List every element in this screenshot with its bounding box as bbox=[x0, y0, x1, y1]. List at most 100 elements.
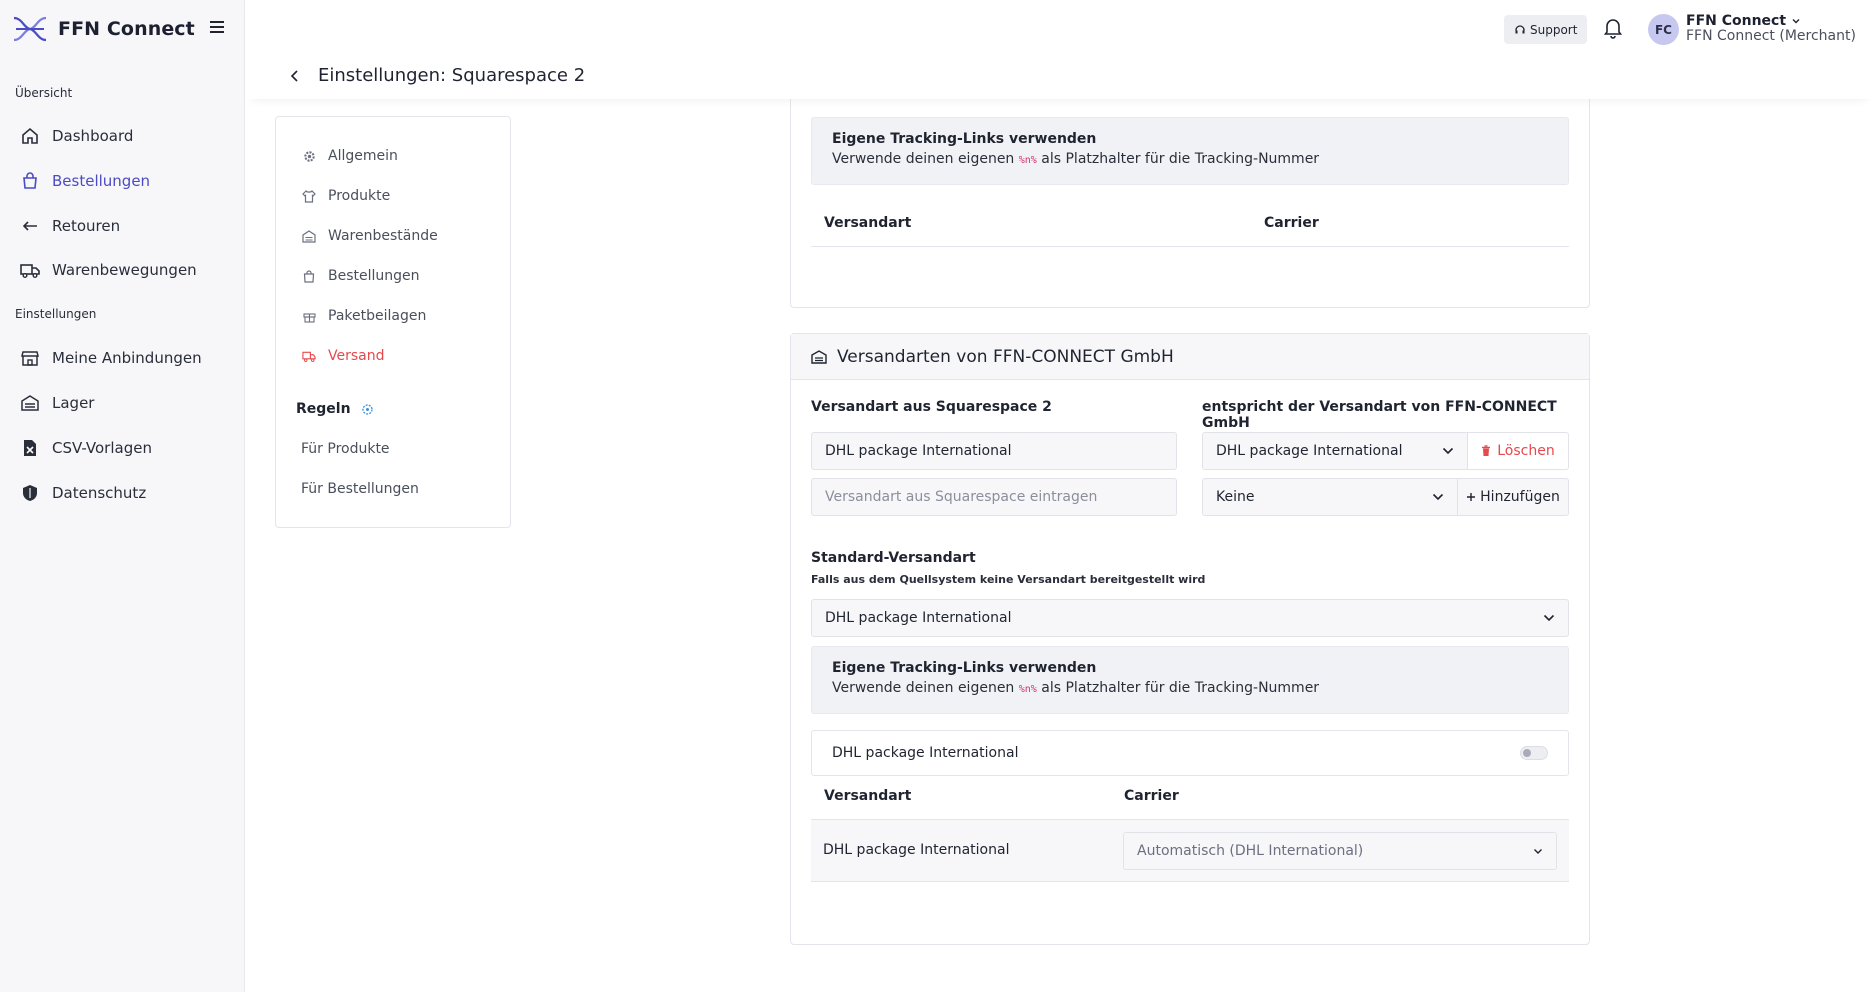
rules-icon bbox=[361, 403, 374, 416]
target-method-select[interactable]: DHL package International bbox=[1202, 432, 1468, 470]
truck-icon bbox=[20, 260, 40, 280]
gear-icon bbox=[302, 149, 316, 163]
chevron-down-icon bbox=[1442, 447, 1454, 455]
tracking-info-box: Eigene Tracking-Links verwenden Verwende… bbox=[811, 646, 1569, 714]
store-icon bbox=[20, 348, 40, 368]
chevron-down-icon bbox=[1543, 614, 1555, 622]
tracking-description: Verwende deinen eigenen %n% als Platzhal… bbox=[832, 680, 1548, 696]
sidebar-item-csv-vorlagen[interactable]: CSV-Vorlagen bbox=[20, 438, 152, 458]
csv-file-icon bbox=[20, 438, 40, 458]
bell-icon[interactable] bbox=[1603, 17, 1623, 39]
col-header-versandart: Versandart bbox=[824, 788, 912, 804]
settings-item-versand[interactable]: Versand bbox=[302, 348, 385, 364]
support-button[interactable]: Support bbox=[1504, 15, 1588, 44]
tracking-placeholder-code: %n% bbox=[1018, 155, 1037, 166]
default-method-select[interactable]: DHL package International bbox=[811, 599, 1569, 637]
settings-item-allgemein[interactable]: Allgemein bbox=[302, 148, 398, 164]
settings-item-warenbestaende[interactable]: Warenbestände bbox=[302, 228, 438, 244]
sidebar-item-warenbewegungen[interactable]: Warenbewegungen bbox=[20, 260, 197, 280]
select-value: Automatisch (DHL International) bbox=[1137, 843, 1364, 859]
settings-item-label: Warenbestände bbox=[328, 228, 438, 244]
sidebar-item-retouren[interactable]: Retouren bbox=[20, 216, 120, 236]
user-name: FFN Connect bbox=[1686, 13, 1787, 29]
truck-icon bbox=[302, 349, 316, 363]
label-target-method: entspricht der Versandart von FFN-CONNEC… bbox=[1202, 399, 1557, 431]
tracking-placeholder-code: %n% bbox=[1018, 684, 1037, 695]
delete-button[interactable]: Löschen bbox=[1468, 432, 1569, 470]
tracking-desc-after: als Platzhalter für die Tracking-Nummer bbox=[1041, 151, 1320, 167]
sidebar-item-datenschutz[interactable]: Datenschutz bbox=[20, 483, 146, 503]
sidebar-item-meine-anbindungen[interactable]: Meine Anbindungen bbox=[20, 348, 202, 368]
warehouse-icon bbox=[811, 349, 827, 364]
new-target-method-select[interactable]: Keine bbox=[1202, 478, 1458, 516]
toggle-label: DHL package International bbox=[832, 745, 1019, 761]
card-header: Versandarten von FFN-CONNECT GmbH bbox=[791, 334, 1589, 380]
card-title: Versandarten von FFN-CONNECT GmbH bbox=[837, 346, 1174, 367]
add-button[interactable]: Hinzufügen bbox=[1458, 478, 1569, 516]
gift-icon bbox=[302, 309, 316, 323]
tracking-title: Eigene Tracking-Links verwenden bbox=[832, 660, 1097, 676]
sidebar-item-label: Dashboard bbox=[52, 127, 134, 145]
brand-name: FFN Connect bbox=[58, 18, 195, 40]
settings-item-bestellungen[interactable]: Bestellungen bbox=[302, 268, 420, 284]
section-settings: Einstellungen bbox=[15, 307, 97, 321]
default-method-label: Standard-Versandart bbox=[811, 550, 976, 566]
shield-icon bbox=[20, 483, 40, 503]
rules-item-produkte[interactable]: Für Produkte bbox=[301, 441, 390, 457]
source-method-input[interactable]: DHL package International bbox=[811, 432, 1177, 470]
tracking-info-box: Eigene Tracking-Links verwenden Verwende… bbox=[811, 117, 1569, 185]
return-arrow-icon bbox=[20, 216, 40, 236]
sidebar-item-label: CSV-Vorlagen bbox=[52, 439, 152, 457]
shirt-icon bbox=[302, 189, 316, 203]
settings-nav: Allgemein Produkte Warenbestände Bestell… bbox=[275, 116, 511, 528]
rules-heading: Regeln bbox=[296, 401, 374, 417]
warehouse-icon bbox=[20, 393, 40, 413]
settings-item-label: Paketbeilagen bbox=[328, 308, 427, 324]
col-header-carrier: Carrier bbox=[1124, 788, 1179, 804]
menu-toggle-icon[interactable] bbox=[209, 20, 225, 34]
sidebar-item-bestellungen[interactable]: Bestellungen bbox=[20, 171, 150, 191]
home-icon bbox=[20, 126, 40, 146]
chevron-down-icon bbox=[1791, 17, 1801, 25]
carrier-select[interactable]: Automatisch (DHL International) bbox=[1123, 832, 1557, 870]
new-source-method-input[interactable]: Versandart aus Squarespace eintragen bbox=[811, 478, 1177, 516]
select-value: DHL package International bbox=[1216, 443, 1403, 459]
row-method: DHL package International bbox=[823, 842, 1010, 858]
tracking-toggle[interactable] bbox=[1520, 746, 1548, 760]
support-label: Support bbox=[1530, 22, 1578, 37]
settings-item-produkte[interactable]: Produkte bbox=[302, 188, 390, 204]
avatar[interactable]: FC bbox=[1648, 14, 1679, 45]
sidebar-item-label: Warenbewegungen bbox=[52, 261, 197, 279]
page-title: Einstellungen: Squarespace 2 bbox=[318, 65, 586, 86]
tracking-card-top: Eigene Tracking-Links verwenden Verwende… bbox=[790, 88, 1590, 308]
settings-item-paketbeilagen[interactable]: Paketbeilagen bbox=[302, 308, 426, 324]
settings-item-label: Produkte bbox=[328, 188, 391, 204]
select-value: DHL package International bbox=[825, 610, 1012, 626]
tracking-description: Verwende deinen eigenen %n% als Platzhal… bbox=[832, 151, 1548, 167]
col-header-versandart: Versandart bbox=[824, 215, 912, 231]
delete-label: Löschen bbox=[1497, 443, 1555, 459]
chevron-down-icon bbox=[1533, 848, 1543, 855]
add-label: Hinzufügen bbox=[1480, 489, 1560, 505]
table-row: DHL package International Automatisch (D… bbox=[811, 820, 1569, 882]
tracking-desc-before: Verwende deinen eigenen bbox=[832, 680, 1015, 696]
sidebar-item-label: Meine Anbindungen bbox=[52, 349, 202, 367]
chevron-down-icon bbox=[1432, 493, 1444, 501]
sidebar-item-label: Lager bbox=[52, 394, 95, 412]
shopping-bag-icon bbox=[20, 171, 40, 191]
tracking-title: Eigene Tracking-Links verwenden bbox=[832, 131, 1097, 147]
tracking-desc-before: Verwende deinen eigenen bbox=[832, 151, 1015, 167]
brand[interactable]: FFN Connect bbox=[12, 14, 195, 44]
label-source-method: Versandart aus Squarespace 2 bbox=[811, 399, 1052, 415]
sidebar-item-dashboard[interactable]: Dashboard bbox=[20, 126, 133, 146]
back-arrow-icon[interactable] bbox=[290, 69, 300, 83]
bag-icon bbox=[302, 269, 316, 283]
sidebar-item-lager[interactable]: Lager bbox=[20, 393, 94, 413]
rules-item-bestellungen[interactable]: Für Bestellungen bbox=[301, 481, 419, 497]
col-header-carrier: Carrier bbox=[1264, 215, 1319, 231]
user-menu[interactable]: FFN Connect bbox=[1686, 13, 1801, 29]
plus-icon bbox=[1466, 492, 1476, 502]
default-method-hint: Falls aus dem Quellsystem keine Versanda… bbox=[811, 573, 1206, 586]
settings-item-label: Allgemein bbox=[328, 148, 398, 164]
sidebar: FFN Connect Übersicht Dashboard Bestellu… bbox=[0, 0, 245, 992]
